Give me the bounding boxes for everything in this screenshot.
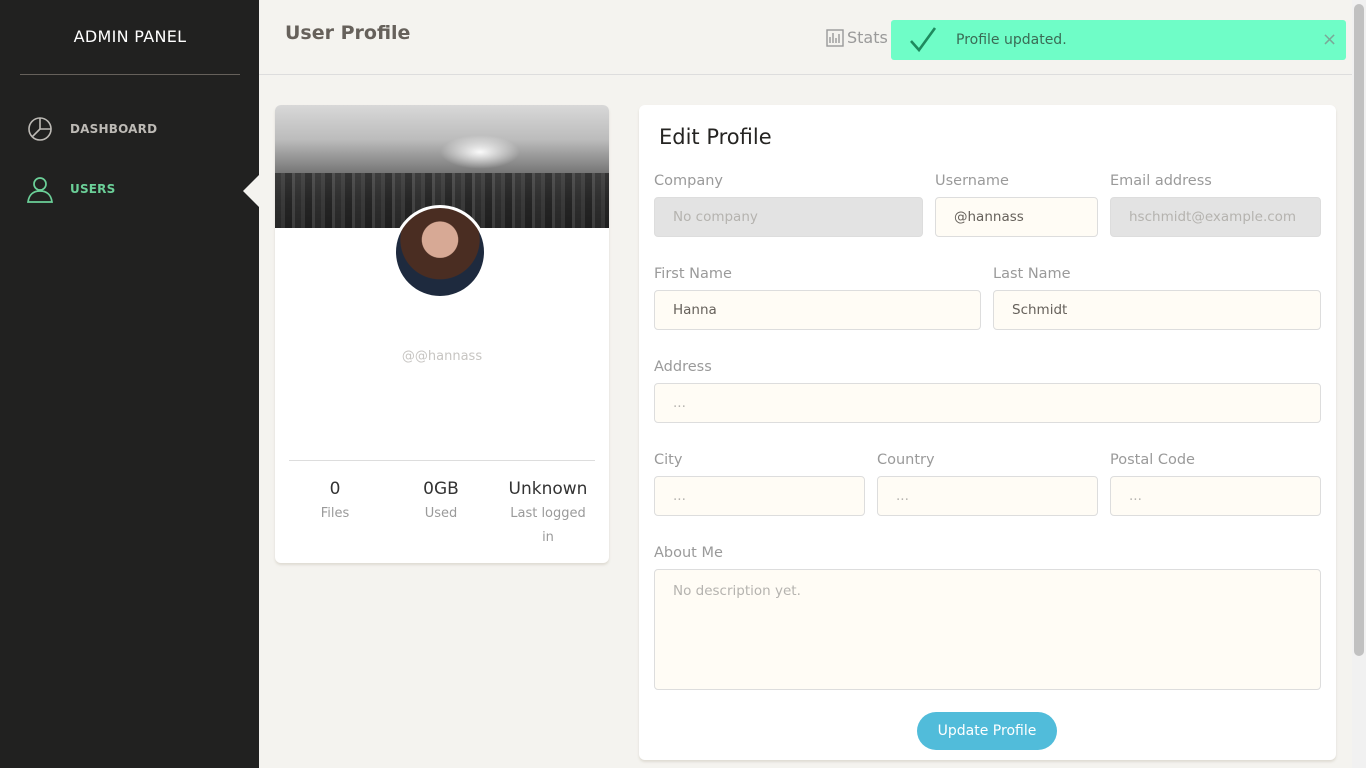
- stat-value: 0GB: [423, 479, 459, 499]
- country-label: Country: [877, 452, 935, 468]
- about-me-label: About Me: [654, 545, 723, 561]
- about-me-field[interactable]: [654, 569, 1321, 690]
- page-title[interactable]: User Profile: [285, 22, 410, 44]
- avatar: [393, 205, 487, 299]
- postal-code-label: Postal Code: [1110, 452, 1195, 468]
- sidebar-item-label: DASHBOARD: [70, 122, 158, 136]
- sidebar-item-dashboard[interactable]: DASHBOARD: [26, 114, 157, 144]
- profile-card: @@hannass 0 Files 0GB Used Unknown Last …: [275, 105, 609, 563]
- username-label: Username: [935, 173, 1009, 189]
- brand-title[interactable]: ADMIN PANEL: [20, 0, 240, 75]
- first-name-field[interactable]: [654, 290, 981, 330]
- notification-message: Profile updated.: [956, 32, 1067, 48]
- city-field[interactable]: [654, 476, 865, 516]
- active-indicator: [243, 175, 259, 207]
- stat-last-logged-in: Unknown Last logged in: [506, 477, 590, 550]
- stat-used: 0GB Used: [391, 477, 491, 526]
- profile-handle: @@hannass: [401, 349, 483, 364]
- first-name-label: First Name: [654, 266, 732, 282]
- stats-icon: [826, 28, 844, 47]
- divider: [289, 460, 595, 461]
- edit-profile-title: Edit Profile: [659, 125, 772, 149]
- city-label: City: [654, 452, 683, 468]
- stats-label: Stats: [847, 28, 888, 47]
- sidebar-item-users[interactable]: USERS: [26, 174, 115, 204]
- stat-value: 0: [329, 479, 341, 499]
- close-icon[interactable]: ×: [1322, 29, 1337, 51]
- cover-sky-glow: [440, 135, 520, 169]
- username-field[interactable]: [935, 197, 1098, 237]
- company-field: [654, 197, 923, 237]
- last-name-field[interactable]: [993, 290, 1321, 330]
- postal-code-field[interactable]: [1110, 476, 1321, 516]
- pie-chart-icon: [26, 115, 54, 143]
- company-label: Company: [654, 173, 723, 189]
- email-label: Email address: [1110, 173, 1212, 189]
- edit-profile-card: Edit Profile Company Username Email addr…: [639, 105, 1336, 760]
- scrollbar-thumb[interactable]: [1354, 4, 1364, 656]
- address-label: Address: [654, 359, 712, 375]
- stat-files: 0 Files: [285, 477, 385, 526]
- stat-caption: Used: [424, 506, 458, 521]
- last-name-label: Last Name: [993, 266, 1071, 282]
- stats-link[interactable]: Stats: [826, 28, 888, 47]
- page-scrollbar[interactable]: [1352, 0, 1366, 768]
- address-field[interactable]: [654, 383, 1321, 423]
- update-profile-button[interactable]: Update Profile: [917, 712, 1057, 750]
- user-icon: [26, 175, 54, 203]
- stat-value: Unknown: [508, 479, 588, 499]
- sidebar: ADMIN PANEL DASHBOARD USERS: [0, 0, 259, 768]
- check-icon: [908, 25, 938, 55]
- stat-caption: Files: [320, 506, 350, 521]
- notification-toast: Profile updated. ×: [891, 20, 1346, 60]
- email-field: [1110, 197, 1321, 237]
- sidebar-item-label: USERS: [70, 182, 116, 196]
- stat-caption: Last logged in: [510, 506, 586, 545]
- country-field[interactable]: [877, 476, 1098, 516]
